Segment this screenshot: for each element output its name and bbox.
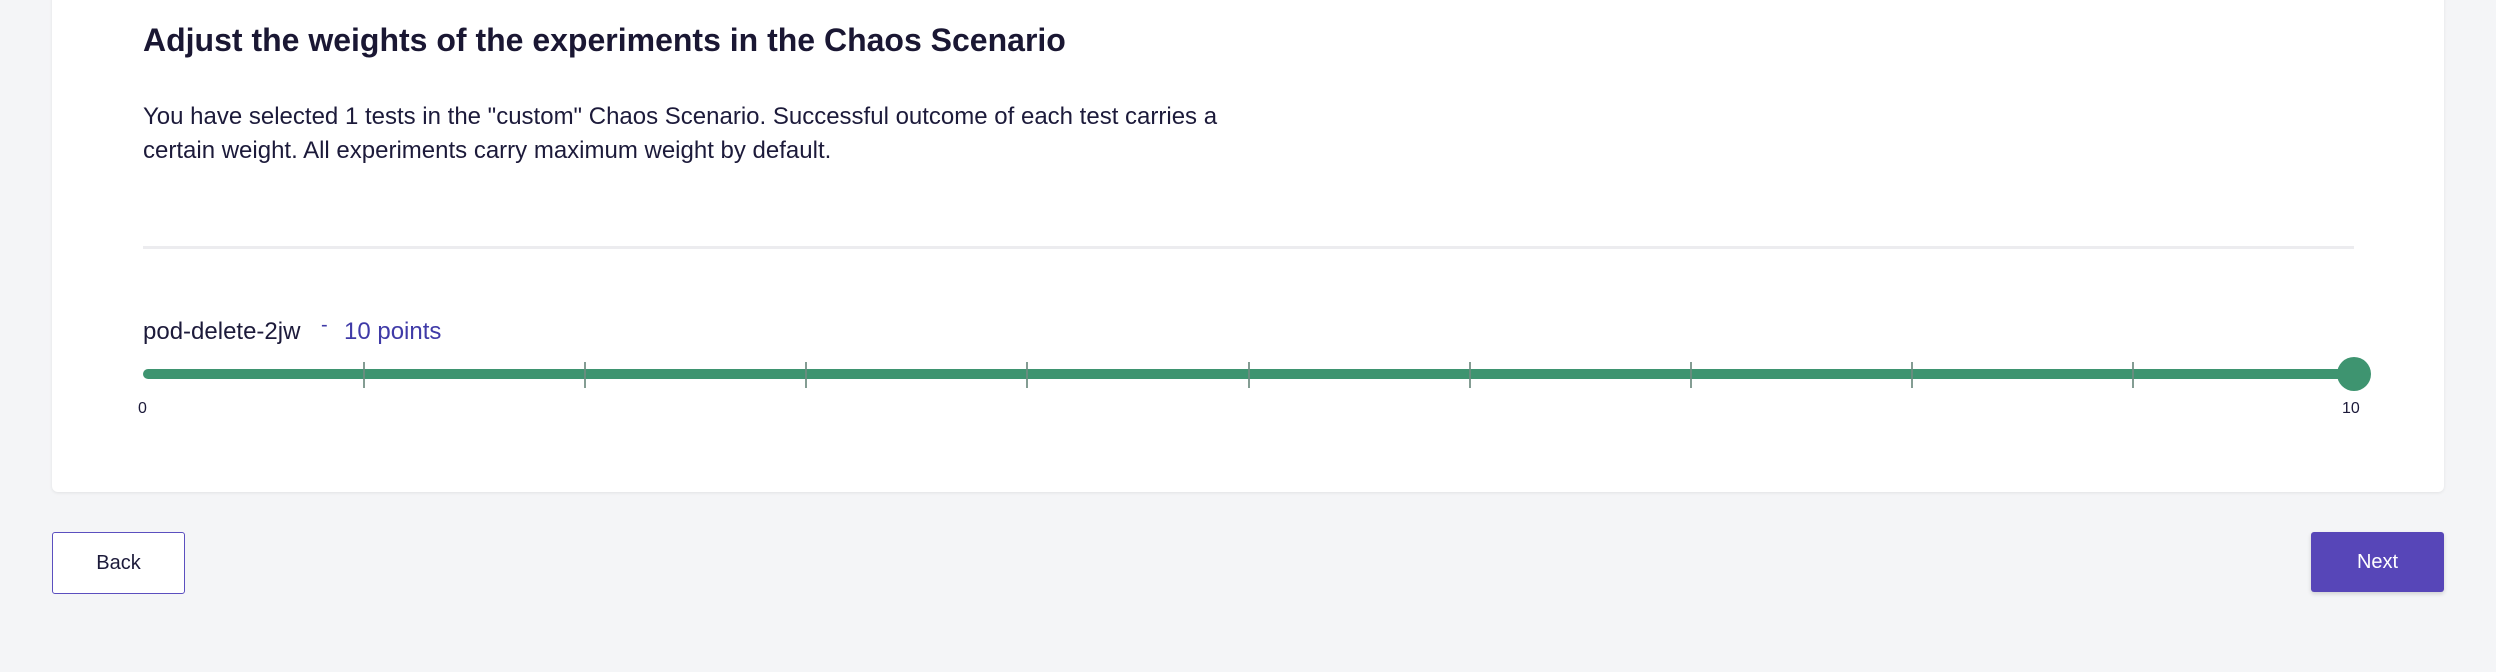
slider-tick [2131,362,2134,388]
slider-thumb[interactable] [2337,357,2371,391]
slider-tick [1247,362,1250,388]
slider-tick [1468,362,1471,388]
experiment-name: pod-delete-2jw [143,318,301,345]
slider-tick [1910,362,1913,388]
next-button[interactable]: Next [2311,532,2444,592]
slider-tick [363,362,366,388]
page-description: You have selected 1 tests in the "custom… [143,103,1218,164]
experiment-points: 10 points [344,318,442,345]
slider-tick [584,362,587,388]
experiment-separator: - [321,314,328,336]
weight-slider[interactable] [143,357,2371,391]
slider-tick [805,362,808,388]
divider [143,246,2354,249]
slider-min-label: 0 [138,400,147,417]
back-button[interactable]: Back [52,532,185,594]
page-title: Adjust the weights of the experiments in… [143,22,1066,58]
slider-tick [1026,362,1029,388]
slider-tick [1689,362,1692,388]
slider-max-label: 10 [2342,400,2360,417]
